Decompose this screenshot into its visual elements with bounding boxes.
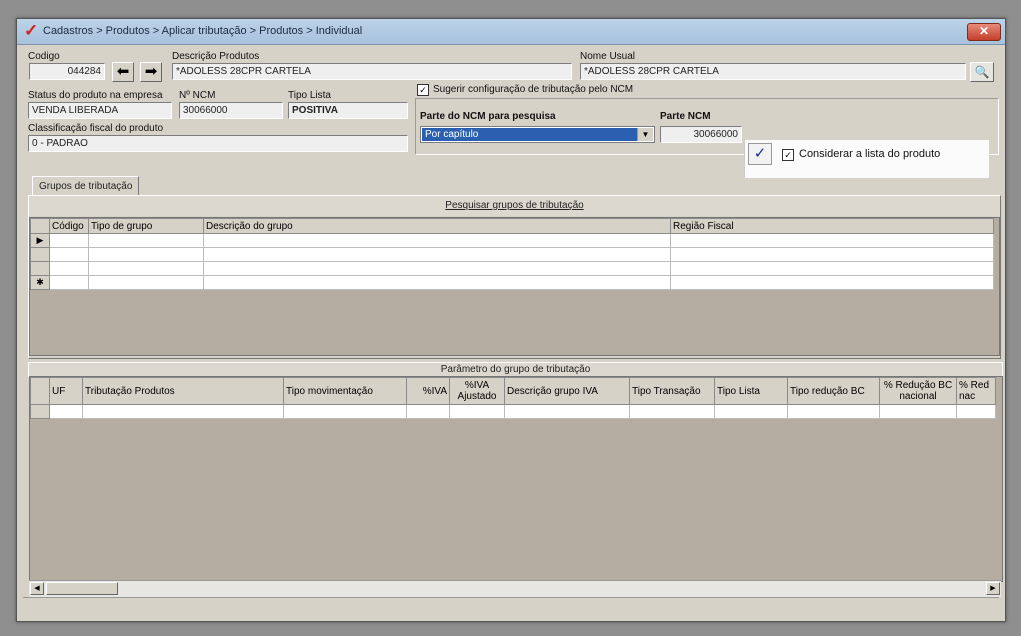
scroll-left-icon[interactable]: ◀: [30, 582, 44, 595]
grupos-panel-title[interactable]: Pesquisar grupos de tributação: [29, 196, 1000, 216]
grupos-grid[interactable]: Código Tipo de grupo Descrição do grupo …: [29, 217, 1000, 356]
search-button[interactable]: 🔍: [970, 62, 994, 82]
close-button[interactable]: ✕: [967, 23, 1001, 41]
scroll-right-icon[interactable]: ▶: [986, 582, 1000, 595]
header-tributacao-produtos[interactable]: Tributação Produtos: [82, 377, 284, 405]
table-row[interactable]: ▶: [30, 233, 994, 248]
header-tipo-movimentacao[interactable]: Tipo movimentação: [283, 377, 407, 405]
header-indicator: [30, 377, 50, 405]
header-tipo-grupo[interactable]: Tipo de grupo: [88, 218, 204, 234]
chevron-down-icon[interactable]: ▼: [637, 128, 653, 141]
header-reducao-bc-nacional[interactable]: % Redução BC nacional: [879, 377, 957, 405]
header-indicator: [30, 218, 50, 234]
considerar-checkbox[interactable]: ✓: [782, 149, 794, 161]
table-row[interactable]: [30, 261, 994, 276]
ncm-field[interactable]: 30066000: [179, 102, 283, 119]
search-icon: 🔍: [974, 65, 990, 79]
app-logo-icon: ✓: [24, 21, 39, 40]
header-tipo-transacao[interactable]: Tipo Transação: [629, 377, 715, 405]
header-codigo[interactable]: Código: [49, 218, 89, 234]
sugerir-label: Sugerir configuração de tributação pelo …: [433, 84, 634, 95]
header-descricao-grupo[interactable]: Descrição do grupo: [203, 218, 671, 234]
header-descricao-grupo-iva[interactable]: Descrição grupo IVA: [504, 377, 630, 405]
table-row[interactable]: [30, 247, 994, 262]
descricao-field[interactable]: *ADOLESS 28CPR CARTELA: [172, 63, 572, 80]
grupos-header-row: Código Tipo de grupo Descrição do grupo …: [30, 218, 994, 234]
sugerir-checkbox[interactable]: ✓: [417, 84, 429, 96]
parametro-grid[interactable]: UF Tributação Produtos Tipo movimentação…: [29, 376, 1003, 582]
classificacao-field[interactable]: 0 - PADRAO: [28, 135, 408, 152]
header-uf[interactable]: UF: [49, 377, 83, 405]
arrow-right-icon: ➡: [144, 63, 158, 80]
parte-ncm-label: Parte NCM: [660, 111, 711, 122]
parametro-table: UF Tributação Produtos Tipo movimentação…: [30, 377, 996, 419]
parte-ncm-field[interactable]: 30066000: [660, 126, 742, 143]
form-body: Codigo 044284 ⬅ ➡ Descrição Produtos *AD…: [20, 45, 1003, 618]
classificacao-label: Classificação fiscal do produto: [28, 123, 164, 134]
tipo-lista-label: Tipo Lista: [288, 90, 331, 101]
header-regiao-fiscal[interactable]: Região Fiscal: [670, 218, 994, 234]
ncm-label: Nº NCM: [179, 90, 216, 101]
row-indicator: [30, 261, 50, 276]
grupos-table: Código Tipo de grupo Descrição do grupo …: [30, 218, 994, 290]
window-title: Cadastros > Produtos > Aplicar tributaçã…: [43, 25, 363, 37]
title-bar: ✓ Cadastros > Produtos > Aplicar tributa…: [17, 19, 1005, 45]
horizontal-scrollbar[interactable]: ◀ ▶: [29, 580, 1001, 597]
status-field[interactable]: VENDA LIBERADA: [28, 102, 172, 119]
header-tipo-reducao-bc[interactable]: Tipo redução BC: [787, 377, 880, 405]
parametro-panel-title: Parâmetro do grupo de tributação: [28, 362, 1003, 377]
considerar-panel: ✓ ✓ Considerar a lista do produto: [744, 140, 989, 178]
checkmark-icon: ✓: [753, 145, 767, 162]
new-row-indicator: ✱: [30, 275, 50, 290]
status-label: Status do produto na empresa: [28, 90, 163, 101]
grupos-panel-title-text: Pesquisar grupos de tributação: [445, 200, 584, 211]
row-indicator: [30, 247, 50, 262]
codigo-field[interactable]: 044284: [29, 63, 105, 80]
descricao-label: Descrição Produtos: [172, 51, 260, 62]
next-button[interactable]: ➡: [140, 62, 162, 82]
nome-usual-field[interactable]: *ADOLESS 28CPR CARTELA: [580, 63, 966, 80]
header-iva[interactable]: %IVA: [406, 377, 450, 405]
parte-ncm-pesquisa-value: Por capítulo: [422, 128, 637, 141]
tab-grupos-tributacao[interactable]: Grupos de tributação: [32, 176, 140, 197]
row-indicator: [30, 404, 50, 419]
header-iva-ajustado[interactable]: %IVA Ajustado: [449, 377, 505, 405]
parte-ncm-pesquisa-select[interactable]: Por capítulo ▼: [420, 126, 655, 143]
table-row[interactable]: ✱: [30, 275, 994, 290]
row-indicator: ▶: [30, 233, 50, 248]
codigo-label: Codigo: [28, 51, 60, 62]
main-window: ✓ Cadastros > Produtos > Aplicar tributa…: [16, 18, 1006, 622]
parametro-header-row: UF Tributação Produtos Tipo movimentação…: [30, 377, 996, 405]
parte-ncm-pesquisa-label: Parte do NCM para pesquisa: [420, 111, 556, 122]
table-row[interactable]: [30, 404, 996, 419]
status-bar: [23, 597, 999, 616]
considerar-label: Considerar a lista do produto: [799, 148, 941, 160]
nome-usual-label: Nome Usual: [580, 51, 636, 62]
scroll-thumb[interactable]: [46, 582, 118, 595]
previous-button[interactable]: ⬅: [112, 62, 134, 82]
confirm-button[interactable]: ✓: [748, 143, 772, 165]
tipo-lista-field[interactable]: POSITIVA: [288, 102, 408, 119]
arrow-left-icon: ⬅: [116, 63, 130, 80]
grupos-panel: Pesquisar grupos de tributação Código Ti…: [28, 195, 1001, 359]
header-red-nac[interactable]: % Red nac: [956, 377, 996, 405]
header-tipo-lista[interactable]: Tipo Lista: [714, 377, 788, 405]
